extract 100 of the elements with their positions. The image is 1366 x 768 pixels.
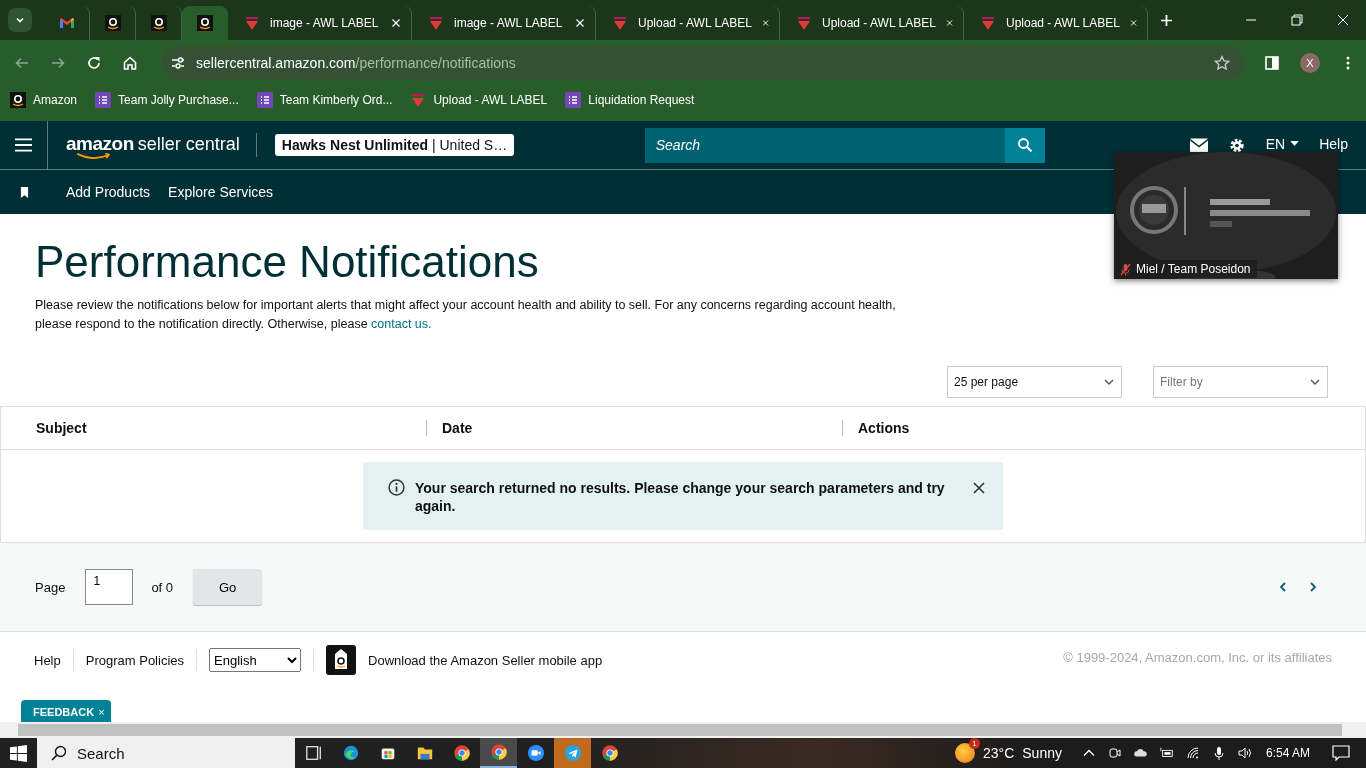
bookmark[interactable]: Team Jolly Purchase...	[95, 92, 239, 108]
mail-icon	[58, 15, 75, 31]
tab-title: Upload - AWL LABEL	[638, 16, 752, 30]
page-number-field[interactable]: 1	[85, 569, 134, 606]
url-text: sellercentral.amazon.com/performance/notifications	[196, 55, 516, 71]
cloud-icon[interactable]	[1133, 746, 1148, 760]
footer-link[interactable]: Program Policies	[85, 652, 184, 668]
notification-badge: 1	[969, 738, 980, 749]
feedback-tab[interactable]: FEEDBACK ×	[21, 700, 111, 722]
copyright-text: © 1999-2024, Amazon.com, Inc. or its affiliates	[1063, 649, 1332, 665]
close-window-icon[interactable]	[1337, 14, 1349, 26]
weather-condition: Sunny	[1022, 745, 1062, 761]
previous-page-icon[interactable]	[1278, 581, 1288, 594]
nav-link[interactable]: Add Products	[66, 184, 151, 200]
go-button[interactable]: Go	[193, 569, 263, 606]
gem-icon	[796, 15, 812, 31]
tab-search-button[interactable]	[8, 8, 32, 32]
contact-link[interactable]: contact us.	[371, 317, 432, 332]
tab-title: image - AWL LABEL	[454, 16, 564, 30]
page-count: of 0	[151, 579, 174, 595]
column-header: Subject	[35, 420, 88, 437]
filter-dropdown[interactable]: Filter by	[1153, 366, 1328, 399]
logo-subtitle: seller central	[137, 134, 240, 155]
page-title: Performance Notifications	[35, 238, 539, 287]
profile-avatar[interactable]: X	[1300, 53, 1320, 73]
new-tab-icon[interactable]	[1160, 13, 1173, 27]
chrome-icon[interactable]	[600, 744, 619, 762]
bookmark[interactable]: Liquidation Request	[565, 92, 695, 108]
bookmark[interactable]: Team Kimberly Ord...	[256, 92, 393, 108]
search-button[interactable]	[1004, 127, 1045, 163]
tab-title: Upload - AWL LABEL	[1006, 16, 1120, 30]
nav-link[interactable]: Explore Services	[168, 184, 274, 200]
forward-icon[interactable]	[50, 55, 66, 71]
wifi-icon[interactable]	[1185, 746, 1200, 760]
alert-message: Your search returned no results. Please change your search parameters and try again.	[415, 479, 946, 516]
smile-logo-icon	[104, 15, 121, 31]
close-icon[interactable]	[761, 18, 769, 28]
tab-title: Upload - AWL LABEL	[822, 16, 936, 30]
notifications-icon[interactable]	[1332, 745, 1350, 761]
smile-logo-icon	[196, 15, 213, 31]
intro-text: Please review the notifications below for important alerts that might affect your account health and ability to sell. For any concerns regarding account health, please respond to the notification directly. Otherwise, please contact us.	[35, 297, 897, 334]
gem-icon	[410, 92, 427, 108]
horizontal-scrollbar[interactable]	[0, 722, 1366, 738]
microphone-icon[interactable]	[1211, 746, 1226, 760]
participant-name: Miel / Team Poseidon	[1136, 262, 1251, 276]
caret-down-icon	[1290, 141, 1300, 146]
taskbar-app[interactable]	[480, 738, 517, 768]
account-switcher[interactable]: Hawks Nest Unlimited | United S…	[274, 134, 515, 156]
smile-arrow-icon	[76, 153, 112, 160]
reload-icon[interactable]	[86, 55, 102, 71]
back-icon[interactable]	[14, 55, 30, 71]
side-panel-icon[interactable]	[1264, 55, 1280, 71]
address-bar[interactable]: sellercentral.amazon.com/performance/notifications	[162, 46, 1244, 80]
site-settings-icon[interactable]	[170, 55, 186, 71]
video-app-icon[interactable]	[526, 744, 545, 762]
list-icon	[565, 92, 582, 108]
close-icon[interactable]	[945, 18, 953, 28]
battery-icon[interactable]	[1159, 746, 1174, 760]
camera-icon[interactable]	[1107, 746, 1122, 760]
chrome-icon[interactable]	[452, 744, 471, 762]
close-icon[interactable]	[973, 482, 985, 495]
info-icon	[388, 479, 405, 497]
search-field[interactable]: Search	[644, 127, 1005, 163]
gem-icon	[428, 15, 444, 31]
bookmark-label: Amazon	[33, 93, 78, 107]
task-view-icon[interactable]	[304, 744, 323, 762]
clock[interactable]: 6:54 AM	[1265, 746, 1310, 760]
speaker-icon[interactable]	[1237, 746, 1252, 760]
restore-icon[interactable]	[1291, 14, 1303, 26]
bookmark-icon[interactable]	[20, 186, 29, 198]
wave-browser-icon[interactable]	[341, 744, 360, 762]
per-page-dropdown[interactable]: 25 per page	[947, 366, 1122, 399]
temperature: 23°C	[983, 745, 1015, 761]
search-icon	[51, 745, 67, 761]
bookmark[interactable]: Amazon	[10, 92, 78, 108]
home-icon[interactable]	[122, 55, 138, 71]
taskbar-search-field[interactable]: Search	[37, 738, 295, 768]
gem-icon	[612, 15, 628, 31]
list-icon	[256, 92, 273, 108]
help-link[interactable]: Help	[1319, 135, 1348, 152]
bookmark-star-icon[interactable]	[1214, 55, 1230, 71]
start-icon[interactable]	[10, 744, 27, 762]
app-download-link[interactable]: Download the Amazon Seller mobile app	[368, 652, 603, 668]
browser-tab[interactable]	[182, 6, 228, 40]
footer-link[interactable]: Help	[34, 652, 61, 668]
next-page-icon[interactable]	[1308, 581, 1318, 594]
language-select[interactable]: English	[209, 648, 301, 673]
feedback-close[interactable]: ×	[98, 706, 105, 718]
language-menu[interactable]: EN	[1265, 135, 1300, 152]
column-header: Date	[426, 420, 842, 437]
mail-icon[interactable]	[1189, 137, 1208, 153]
list-icon	[95, 92, 112, 108]
close-icon[interactable]	[1129, 18, 1137, 28]
settings-icon[interactable]	[1227, 137, 1246, 153]
smile-logo-icon	[150, 15, 167, 31]
chrome-icon[interactable]	[489, 743, 508, 761]
column-header: Actions	[842, 420, 1258, 437]
paper-plane-icon[interactable]	[563, 744, 582, 762]
seller-central-logo[interactable]: amazon seller central	[66, 133, 257, 157]
bookmark[interactable]: Upload - AWL LABEL	[410, 92, 548, 108]
